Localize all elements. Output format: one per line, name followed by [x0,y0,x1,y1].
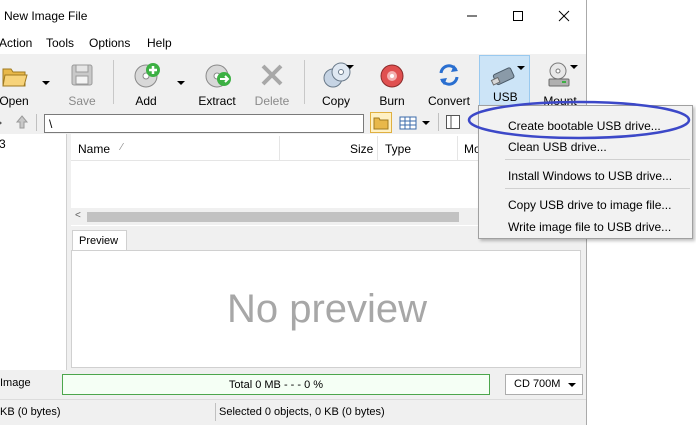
column-divider[interactable] [279,136,280,160]
menu-help[interactable]: Help [147,36,172,50]
add-dropdown-arrow[interactable] [177,81,185,85]
capacity-bar: Image Total 0 MB - - - 0 % CD 700M [0,371,586,395]
folder-icon [373,117,389,130]
copy-button[interactable]: Copy [316,54,356,110]
status-right: Selected 0 objects, 0 KB (0 bytes) [219,406,385,418]
mount-dropdown-arrow[interactable] [570,65,578,69]
convert-arrows-icon [434,60,464,90]
menu-item-copy-usb-to-image[interactable]: Copy USB drive to image file... [482,193,689,215]
open-dropdown-arrow[interactable] [42,81,50,85]
capacity-meter: Total 0 MB - - - 0 % [62,374,490,395]
folder-open-icon [0,60,29,90]
extract-label: Extract [198,94,236,108]
path-text: \ [49,117,53,131]
browse-folder-button[interactable] [370,112,392,133]
status-bar: KB (0 bytes) Selected 0 objects, 0 KB (0… [0,399,586,425]
delete-button: Delete [252,54,292,110]
no-preview-text: No preview [226,287,428,331]
toolbar-separator [304,60,305,104]
extract-icon [202,60,232,90]
address-separator [438,113,439,131]
preview-area: No preview [71,250,581,368]
path-input[interactable]: \ [44,114,364,133]
address-separator [36,114,37,131]
nav-arrow-icon[interactable] [0,119,2,127]
highlight-ellipse [467,100,691,140]
add-button[interactable]: Add [126,54,166,110]
status-left: KB (0 bytes) [0,406,61,418]
folder-tree-pane: 3 [0,134,67,370]
burn-label: Burn [379,94,405,108]
menu-item-install-windows-usb[interactable]: Install Windows to USB drive... [482,164,689,186]
menu-bar: Action Tools Options Help [0,32,586,54]
column-type[interactable]: Type [385,142,411,156]
extract-button[interactable]: Extract [196,54,238,110]
maximize-button[interactable] [495,0,541,32]
menu-separator [505,159,690,160]
menu-options[interactable]: Options [89,36,130,50]
convert-label: Convert [427,94,471,108]
status-separator [215,403,216,421]
preview-pane-button[interactable] [445,114,461,130]
pane-layout-icon [446,115,460,129]
title-bar: New Image File [0,0,586,32]
menu-item-write-image-to-usb[interactable]: Write image file to USB drive... [482,215,689,237]
up-folder-icon[interactable] [14,114,30,130]
view-mode-dropdown-arrow[interactable] [422,121,430,125]
toolbar-separator [113,60,114,104]
open-label: Open [0,94,29,108]
menu-separator [505,188,690,189]
usb-drive-icon [489,61,519,91]
image-label: Image [0,377,31,389]
delete-x-icon [257,60,287,90]
copy-dropdown-arrow[interactable] [346,65,354,69]
close-icon [558,10,570,22]
column-name[interactable]: Name [78,142,110,156]
add-label: Add [135,94,157,108]
menu-action[interactable]: Action [0,36,32,50]
copy-label: Copy [321,94,350,108]
scrollbar-thumb[interactable] [87,212,459,222]
tab-preview[interactable]: Preview [72,230,127,251]
media-size-select[interactable]: CD 700M [505,374,583,395]
view-mode-button[interactable] [399,114,417,132]
tree-root-item[interactable]: 3 [0,137,6,151]
add-files-icon [131,60,161,90]
media-size-value: CD 700M [514,378,561,390]
menu-tools[interactable]: Tools [46,36,74,50]
save-button: Save [62,54,102,110]
sort-indicator-icon: ⁄ [121,142,123,153]
usb-dropdown-arrow [517,66,525,70]
burn-disc-icon [377,60,407,90]
close-button[interactable] [541,0,586,32]
column-size[interactable]: Size [350,142,373,156]
scroll-left-icon[interactable]: < [75,210,81,221]
delete-label: Delete [254,94,290,108]
capacity-total-text: Total 0 MB - - - 0 % [228,378,324,391]
grid-view-icon [399,116,417,130]
save-label: Save [68,94,96,108]
maximize-icon [513,11,523,21]
minimize-icon [467,15,477,17]
burn-button[interactable]: Burn [372,54,412,110]
minimize-button[interactable] [449,0,495,32]
chevron-down-icon [568,383,576,387]
window-title: New Image File [4,9,88,23]
floppy-disk-icon [67,60,97,90]
column-divider[interactable] [457,136,458,160]
column-divider[interactable] [377,136,378,160]
open-button[interactable]: Open [0,54,34,110]
